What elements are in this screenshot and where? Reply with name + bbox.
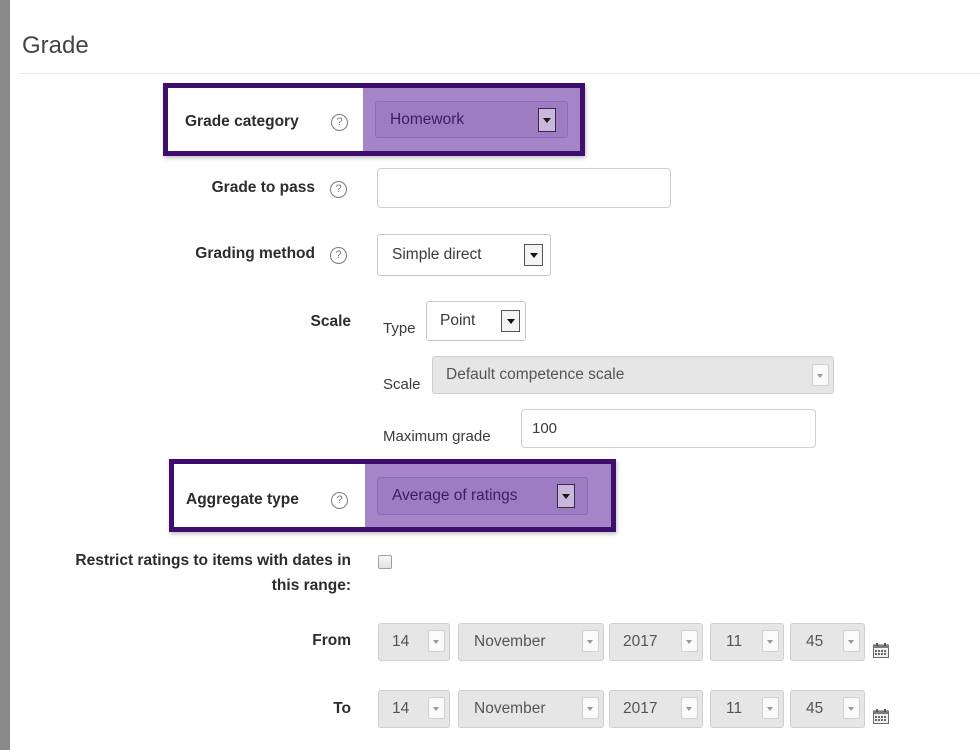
chevron-down-icon[interactable]: [843, 630, 860, 652]
scale-scale-select[interactable]: Default competence scale: [432, 356, 834, 394]
calendar-icon[interactable]: [873, 643, 889, 658]
from-minute-select[interactable]: 45: [790, 623, 865, 661]
from-month-select[interactable]: November: [458, 623, 604, 661]
grade-to-pass-label: Grade to pass: [211, 179, 315, 196]
chevron-down-icon[interactable]: [428, 697, 445, 719]
aggregate-type-highlight: Aggregate type ? Average of ratings: [169, 459, 616, 532]
grade-to-pass-input[interactable]: [377, 168, 671, 208]
aggregate-type-select[interactable]: Average of ratings: [377, 477, 588, 515]
from-year-select[interactable]: 2017: [609, 623, 703, 661]
to-minute-value: 45: [806, 700, 824, 717]
maximum-grade-input[interactable]: 100: [521, 409, 816, 448]
grade-category-highlight: Grade category ? Homework: [163, 83, 585, 156]
from-year-value: 2017: [623, 633, 658, 650]
from-label: From: [312, 632, 351, 649]
grading-method-value: Simple direct: [392, 246, 482, 263]
chevron-down-icon[interactable]: [843, 697, 860, 719]
scale-scale-value: Default competence scale: [446, 366, 625, 383]
chevron-down-icon[interactable]: [762, 697, 779, 719]
chevron-down-icon[interactable]: [557, 484, 575, 508]
to-hour-value: 11: [726, 700, 743, 717]
restrict-ratings-label-line1: Restrict ratings to items with dates in: [75, 552, 351, 569]
scale-scale-label: Scale: [383, 376, 421, 393]
section-title: Grade: [22, 32, 89, 59]
chevron-down-icon[interactable]: [524, 244, 543, 266]
to-day-value: 14: [392, 700, 410, 717]
scale-type-select[interactable]: Point: [426, 301, 526, 341]
aggregate-type-value: Average of ratings: [392, 487, 518, 504]
from-month-value: November: [474, 633, 546, 650]
to-year-value: 2017: [623, 700, 658, 717]
help-icon[interactable]: ?: [331, 492, 348, 509]
grade-category-label: Grade category: [185, 113, 299, 130]
restrict-ratings-label-line2: this range:: [271, 577, 351, 594]
chevron-down-icon[interactable]: [681, 697, 698, 719]
to-day-select[interactable]: 14: [378, 690, 450, 728]
from-hour-value: 11: [726, 633, 743, 650]
chevron-down-icon[interactable]: [582, 630, 599, 652]
chevron-down-icon[interactable]: [762, 630, 779, 652]
grade-category-select[interactable]: Homework: [375, 101, 568, 138]
calendar-icon[interactable]: [873, 709, 889, 724]
scale-type-label: Type: [383, 320, 416, 337]
restrict-ratings-checkbox[interactable]: [378, 555, 392, 569]
help-icon[interactable]: ?: [330, 181, 347, 198]
to-month-value: November: [474, 700, 546, 717]
aggregate-type-label: Aggregate type: [186, 491, 299, 508]
from-hour-select[interactable]: 11: [710, 623, 784, 661]
chevron-down-icon[interactable]: [501, 310, 520, 332]
help-icon[interactable]: ?: [330, 247, 347, 264]
to-minute-select[interactable]: 45: [790, 690, 865, 728]
chevron-down-icon[interactable]: [582, 697, 599, 719]
to-month-select[interactable]: November: [458, 690, 604, 728]
grading-method-select[interactable]: Simple direct: [377, 234, 551, 276]
scale-type-value: Point: [440, 312, 476, 329]
chevron-down-icon[interactable]: [812, 364, 829, 386]
to-label: To: [333, 700, 351, 717]
grading-method-label: Grading method: [195, 245, 315, 262]
to-year-select[interactable]: 2017: [609, 690, 703, 728]
chevron-down-icon[interactable]: [428, 630, 445, 652]
from-day-select[interactable]: 14: [378, 623, 450, 661]
chevron-down-icon[interactable]: [681, 630, 698, 652]
grade-category-value: Homework: [390, 110, 465, 128]
maximum-grade-label: Maximum grade: [383, 428, 491, 445]
to-hour-select[interactable]: 11: [710, 690, 784, 728]
scale-label: Scale: [310, 313, 351, 330]
section-divider: [20, 73, 980, 74]
from-day-value: 14: [392, 633, 410, 650]
help-icon[interactable]: ?: [331, 114, 348, 131]
from-minute-value: 45: [806, 633, 824, 650]
chevron-down-icon[interactable]: [538, 108, 556, 132]
